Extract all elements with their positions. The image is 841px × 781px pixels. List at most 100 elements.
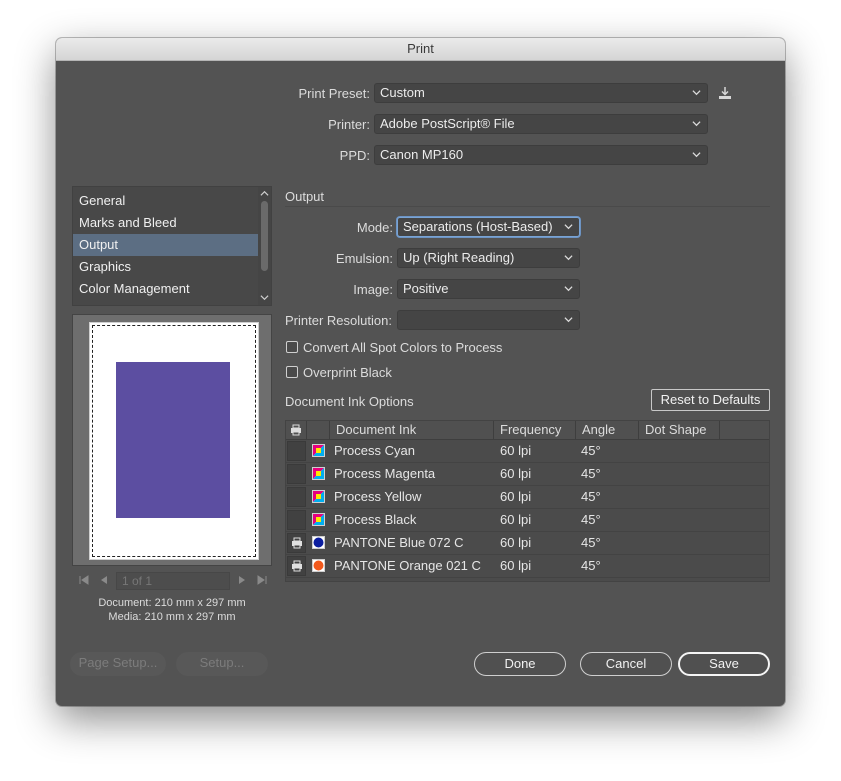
printer-resolution-select[interactable] bbox=[397, 310, 580, 330]
chevron-down-icon bbox=[692, 121, 701, 127]
mode-select[interactable]: Separations (Host-Based) bbox=[397, 217, 580, 237]
ink-row[interactable]: Process Black 60 lpi 45° bbox=[286, 509, 769, 532]
ink-angle[interactable]: 45° bbox=[581, 463, 601, 485]
ink-frequency[interactable]: 60 lpi bbox=[500, 532, 531, 554]
prev-page-icon[interactable] bbox=[98, 574, 110, 586]
image-select[interactable]: Positive bbox=[397, 279, 580, 299]
sidebar-item-graphics[interactable]: Graphics bbox=[73, 256, 259, 278]
ink-frequency[interactable]: 60 lpi bbox=[500, 440, 531, 462]
preview-pager: 1 of 1 bbox=[72, 571, 272, 591]
sidebar-item-output[interactable]: Output bbox=[73, 234, 259, 256]
cancel-button[interactable]: Cancel bbox=[580, 652, 672, 676]
window-title: Print bbox=[56, 38, 785, 61]
emulsion-value: Up (Right Reading) bbox=[403, 250, 515, 265]
image-value: Positive bbox=[403, 281, 449, 296]
ink-row[interactable]: Process Yellow 60 lpi 45° bbox=[286, 486, 769, 509]
scrollbar-thumb[interactable] bbox=[261, 201, 268, 271]
ink-table: Document Ink Frequency Angle Dot Shape P… bbox=[285, 420, 770, 582]
emulsion-label: Emulsion: bbox=[335, 251, 393, 266]
category-scrollbar[interactable] bbox=[258, 187, 271, 305]
ink-name: PANTONE Orange 021 C bbox=[334, 558, 481, 573]
ink-table-header: Document Ink Frequency Angle Dot Shape bbox=[286, 421, 769, 440]
ink-name: Process Yellow bbox=[334, 489, 422, 504]
sidebar-item-marks-and-bleed[interactable]: Marks and Bleed bbox=[73, 212, 259, 234]
done-button[interactable]: Done bbox=[474, 652, 566, 676]
ink-name: Process Black bbox=[334, 512, 417, 527]
page-number-field[interactable]: 1 of 1 bbox=[116, 572, 230, 590]
chevron-down-icon bbox=[692, 90, 701, 96]
print-preview[interactable] bbox=[72, 314, 272, 566]
ppd-select[interactable]: Canon MP160 bbox=[374, 145, 708, 165]
printer-select[interactable]: Adobe PostScript® File bbox=[374, 114, 708, 134]
print-toggle[interactable] bbox=[287, 533, 306, 553]
print-toggle[interactable] bbox=[287, 510, 306, 530]
chevron-down-icon bbox=[692, 152, 701, 158]
ppd-value: Canon MP160 bbox=[380, 147, 464, 162]
ink-name: PANTONE Blue 072 C bbox=[334, 535, 464, 550]
print-preset-label: Print Preset: bbox=[298, 86, 370, 101]
sidebar-item-general[interactable]: General bbox=[73, 190, 259, 212]
preview-page bbox=[89, 322, 259, 560]
ink-name: Process Magenta bbox=[334, 466, 436, 481]
print-toggle[interactable] bbox=[287, 441, 306, 461]
convert-spot-colors-checkbox[interactable] bbox=[286, 341, 298, 353]
ink-row[interactable]: PANTONE Orange 021 C 60 lpi 45° bbox=[286, 555, 769, 578]
sidebar-item-color-management[interactable]: Color Management bbox=[73, 278, 259, 300]
emulsion-select[interactable]: Up (Right Reading) bbox=[397, 248, 580, 268]
next-page-icon[interactable] bbox=[236, 574, 248, 586]
setup-button[interactable]: Setup... bbox=[176, 652, 268, 676]
image-label: Image: bbox=[353, 282, 393, 297]
print-toggle[interactable] bbox=[287, 556, 306, 576]
ink-angle[interactable]: 45° bbox=[581, 486, 601, 508]
printer-label: Printer: bbox=[328, 117, 370, 132]
ink-name: Process Cyan bbox=[334, 443, 415, 458]
first-page-icon[interactable] bbox=[78, 574, 90, 586]
document-ink-column-header[interactable]: Document Ink bbox=[330, 421, 494, 439]
printer-value: Adobe PostScript® File bbox=[380, 116, 515, 131]
media-size: Media: 210 mm x 297 mm bbox=[108, 611, 236, 623]
category-list: General Marks and Bleed Output Graphics … bbox=[72, 186, 272, 306]
overprint-black-label[interactable]: Overprint Black bbox=[303, 365, 392, 380]
reset-to-defaults-button[interactable]: Reset to Defaults bbox=[651, 389, 770, 411]
print-toggle[interactable] bbox=[287, 487, 306, 507]
mode-value: Separations (Host-Based) bbox=[403, 219, 553, 234]
ink-frequency[interactable]: 60 lpi bbox=[500, 555, 531, 577]
printer-icon bbox=[292, 560, 302, 572]
print-dialog: Print Print Preset: Custom Printer: Adob… bbox=[56, 38, 785, 706]
chevron-down-icon bbox=[564, 317, 573, 323]
print-column-header[interactable] bbox=[286, 421, 307, 439]
ink-frequency[interactable]: 60 lpi bbox=[500, 486, 531, 508]
ink-frequency[interactable]: 60 lpi bbox=[500, 463, 531, 485]
dot-shape-column-header[interactable]: Dot Shape bbox=[639, 421, 720, 439]
convert-spot-colors-label[interactable]: Convert All Spot Colors to Process bbox=[303, 340, 502, 355]
save-button[interactable]: Save bbox=[678, 652, 770, 676]
chevron-down-icon[interactable] bbox=[260, 293, 269, 302]
overprint-black-checkbox[interactable] bbox=[286, 366, 298, 378]
ink-row[interactable]: PANTONE Blue 072 C 60 lpi 45° bbox=[286, 532, 769, 555]
angle-column-header[interactable]: Angle bbox=[576, 421, 639, 439]
print-preset-select[interactable]: Custom bbox=[374, 83, 708, 103]
ink-row[interactable]: Process Magenta 60 lpi 45° bbox=[286, 463, 769, 486]
ink-angle[interactable]: 45° bbox=[581, 440, 601, 462]
chevron-down-icon bbox=[564, 286, 573, 292]
download-icon[interactable] bbox=[717, 85, 733, 101]
print-preset-value: Custom bbox=[380, 85, 425, 100]
ink-row[interactable]: Process Cyan 60 lpi 45° bbox=[286, 440, 769, 463]
preview-artwork bbox=[116, 362, 230, 518]
chevron-up-icon[interactable] bbox=[260, 189, 269, 198]
print-toggle[interactable] bbox=[287, 464, 306, 484]
printer-icon bbox=[292, 537, 302, 549]
spot-color-swatch-icon bbox=[312, 536, 325, 549]
frequency-column-header[interactable]: Frequency bbox=[494, 421, 576, 439]
ink-angle[interactable]: 45° bbox=[581, 555, 601, 577]
chevron-down-icon bbox=[564, 224, 573, 230]
last-page-icon[interactable] bbox=[256, 574, 268, 586]
section-divider bbox=[285, 206, 770, 207]
page-setup-button[interactable]: Page Setup... bbox=[70, 652, 166, 676]
ink-angle[interactable]: 45° bbox=[581, 509, 601, 531]
spot-color-swatch-icon bbox=[312, 559, 325, 572]
ink-angle[interactable]: 45° bbox=[581, 532, 601, 554]
ink-frequency[interactable]: 60 lpi bbox=[500, 509, 531, 531]
process-color-swatch-icon bbox=[312, 467, 325, 480]
ppd-label: PPD: bbox=[339, 148, 370, 163]
